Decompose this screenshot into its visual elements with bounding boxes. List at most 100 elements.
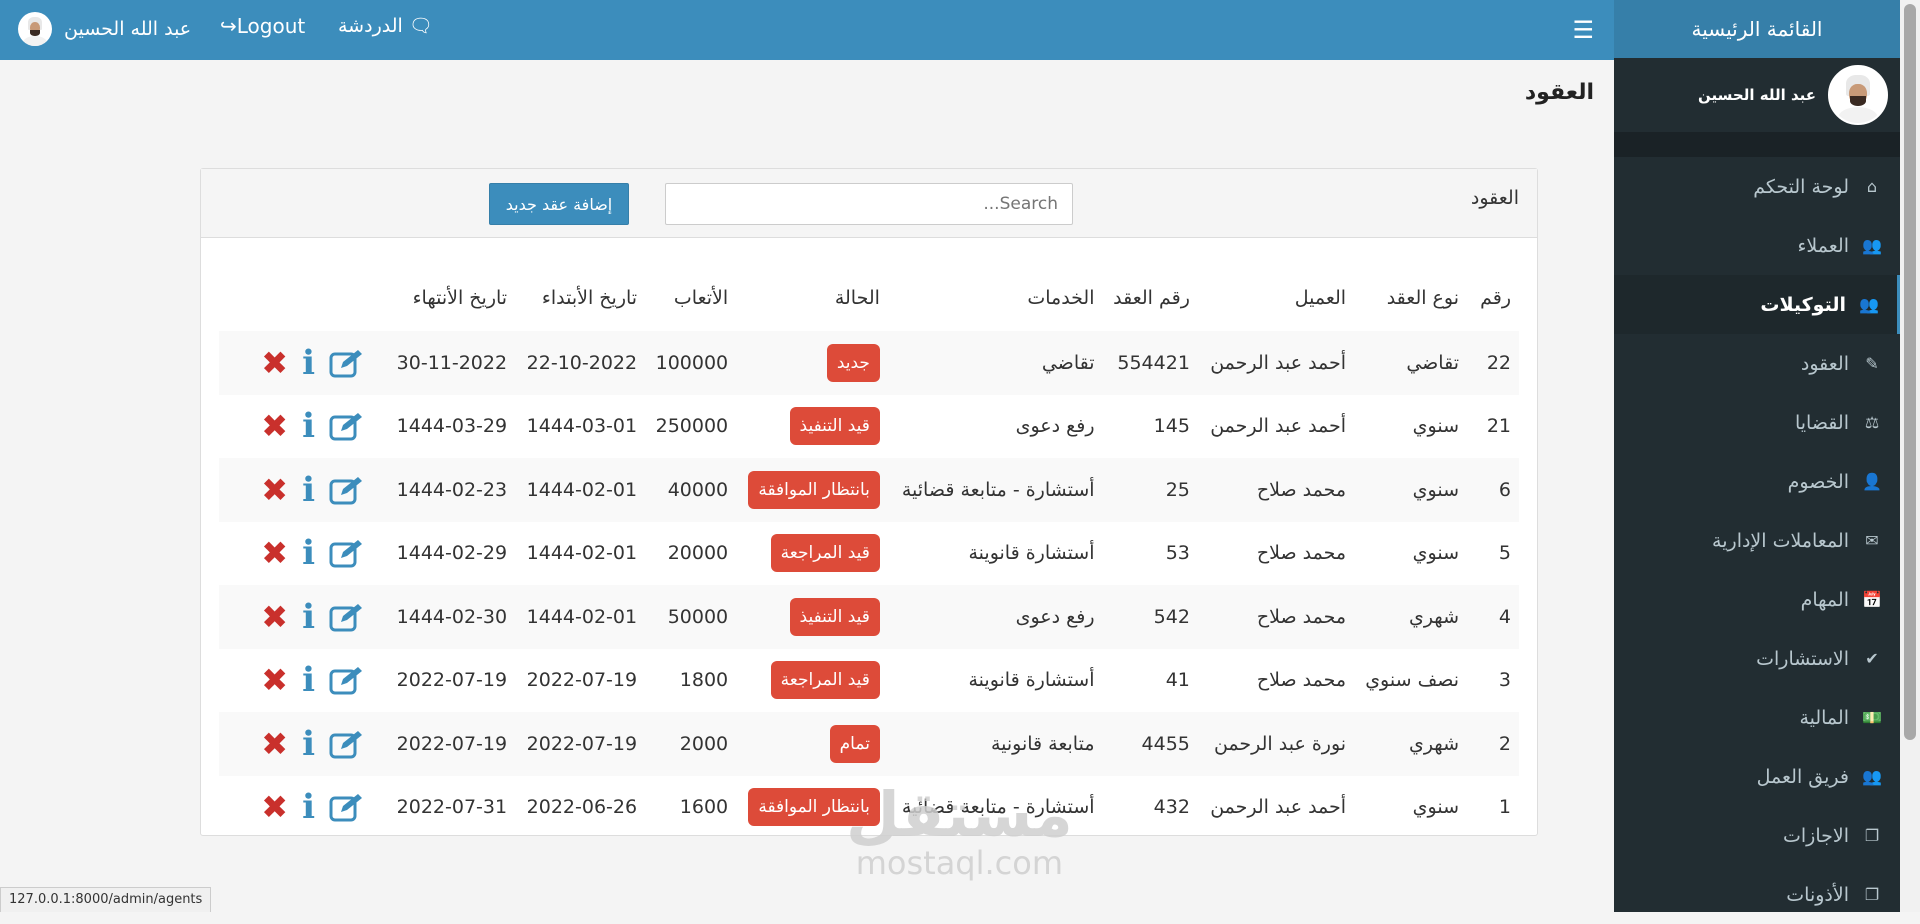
cell-services: تقاضي	[1041, 351, 1095, 374]
sidebar-item-6[interactable]: ✉ المعاملات الإدارية	[1614, 511, 1900, 570]
sidebar-item-11[interactable]: ❐ الاجازات	[1614, 806, 1900, 865]
delete-icon[interactable]: ✖	[261, 728, 288, 760]
users-icon: 👥	[1862, 767, 1882, 786]
sidebar-item-10[interactable]: 👥 فريق العمل	[1614, 747, 1900, 806]
navbar-avatar	[18, 12, 52, 46]
cell-status: قيد المراجعة	[736, 649, 888, 713]
delete-icon[interactable]: ✖	[261, 664, 288, 696]
comments-icon: 🗨	[408, 15, 433, 37]
search-input[interactable]	[665, 183, 1073, 225]
page-scrollbar[interactable]	[1900, 0, 1920, 912]
sidebar-item-label: الخصوم	[1787, 470, 1849, 493]
delete-icon[interactable]: ✖	[261, 601, 288, 633]
cell-contract-type[interactable]: سنوي	[1354, 776, 1467, 840]
sidebar-item-label: الأذونات	[1786, 883, 1849, 906]
cell-id: 6	[1498, 478, 1511, 501]
delete-icon[interactable]: ✖	[261, 410, 288, 442]
cell-actions: ✖ i	[219, 585, 385, 649]
column-header: العميل	[1294, 287, 1347, 309]
sign-out-icon: ↪	[220, 14, 237, 38]
cell-contract-type[interactable]: نصف سنوي	[1354, 649, 1467, 713]
sidebar-item-12[interactable]: ❐ الأذونات	[1614, 865, 1900, 924]
status-badge: جديد	[826, 343, 880, 382]
delete-icon[interactable]: ✖	[261, 347, 288, 379]
info-icon[interactable]: i	[302, 536, 315, 570]
edit-icon[interactable]	[329, 538, 363, 568]
contracts-table: رقم نوع العقد العميل رقم العقد الخدمات الحالة…	[219, 265, 1519, 839]
copy-icon: ❐	[1864, 885, 1880, 904]
info-icon[interactable]: i	[302, 409, 315, 443]
sidebar-item-7[interactable]: 📅 المهام	[1614, 570, 1900, 629]
sidebar-item-0[interactable]: ⌂ لوحة التحكم	[1614, 157, 1900, 216]
cell-contract-type[interactable]: شهري	[1354, 712, 1467, 776]
cell-end-date: 1444-03-29	[396, 415, 508, 438]
users-icon: 👥	[1859, 295, 1879, 314]
scrollbar-thumb[interactable]	[1904, 4, 1916, 740]
cell-contract-type[interactable]: شهري	[1354, 585, 1467, 649]
column-header: نوع العقد	[1386, 287, 1459, 309]
info-icon[interactable]: i	[302, 663, 315, 697]
cell-client: محمد صلاح	[1256, 542, 1347, 565]
column-header: تاريخ الأنتهاء	[412, 287, 508, 309]
sidebar-item-8[interactable]: ✔ الاستشارات	[1614, 629, 1900, 688]
sidebar-item-3[interactable]: ✎ العقود	[1614, 334, 1900, 393]
cell-end-date: 1444-02-23	[396, 478, 508, 501]
edit-icon[interactable]	[329, 475, 363, 505]
cell-fees: 20000	[667, 542, 729, 565]
sidebar-header: القائمة الرئيسية	[1614, 0, 1900, 58]
delete-icon[interactable]: ✖	[261, 791, 288, 823]
info-icon[interactable]: i	[302, 346, 315, 380]
cell-contract-type[interactable]: سنوي	[1354, 458, 1467, 522]
edit-icon[interactable]	[329, 411, 363, 441]
edit-icon[interactable]	[329, 348, 363, 378]
cell-client: محمد صلاح	[1256, 605, 1347, 628]
cell-client: محمد صلاح	[1256, 669, 1347, 692]
cell-contract-type[interactable]: تقاضي	[1354, 331, 1467, 395]
cell-contract-number: 432	[1153, 796, 1190, 819]
column-header: تاريخ الأبتداء	[541, 287, 638, 309]
delete-icon[interactable]: ✖	[261, 537, 288, 569]
cell-id: 5	[1498, 542, 1511, 565]
cell-id: 1	[1498, 796, 1511, 819]
info-icon[interactable]: i	[302, 790, 315, 824]
info-icon[interactable]: i	[302, 600, 315, 634]
sidebar-item-2[interactable]: 👥 التوكيلات	[1614, 275, 1900, 334]
info-icon[interactable]: i	[302, 473, 315, 507]
edit-icon[interactable]	[329, 665, 363, 695]
edit-icon[interactable]	[329, 602, 363, 632]
add-contract-button[interactable]: إضافة عقد جديد	[489, 183, 629, 225]
sidebar-item-1[interactable]: 👥 العملاء	[1614, 216, 1900, 275]
logout-label: Logout	[236, 14, 306, 38]
delete-icon[interactable]: ✖	[261, 474, 288, 506]
cell-actions: ✖ i	[219, 458, 385, 522]
status-badge: بانتظار الموافقة	[748, 470, 880, 509]
cell-fees: 40000	[667, 478, 729, 501]
navbar-user[interactable]: عبد الله الحسين	[18, 12, 191, 46]
sidebar-item-label: التوكيلات	[1760, 293, 1846, 316]
watermark-latin: mostaql.com	[855, 844, 1064, 882]
cell-contract-type[interactable]: سنوي	[1354, 522, 1467, 586]
menu-toggle-icon[interactable]: ☰	[1572, 16, 1594, 44]
envelope-icon: ✉	[1865, 531, 1879, 550]
edit-icon: ✎	[1865, 354, 1879, 373]
edit-icon[interactable]	[329, 792, 363, 822]
table-row: 2 شهري نورة عبد الرحمن 4455 متابعة قانونية تم…	[219, 712, 1519, 776]
sidebar-item-label: المالية	[1799, 706, 1849, 729]
edit-icon[interactable]	[329, 729, 363, 759]
column-header: رقم	[1480, 287, 1511, 309]
cell-start-date: 1444-03-01	[526, 415, 638, 438]
logout-link[interactable]: ↪Logout	[220, 14, 305, 38]
sidebar-menu: ⌂ لوحة التحكم 👥 العملاء 👥 التوكيلات ✎ العقود ⚖ ال…	[1614, 157, 1900, 924]
status-badge: قيد التنفيذ	[789, 407, 880, 446]
navbar-user-name: عبد الله الحسين	[64, 18, 192, 40]
cell-contract-type[interactable]: سنوي	[1354, 395, 1467, 459]
chat-link[interactable]: 🗨 الدردشة	[338, 14, 433, 37]
cell-actions: ✖ i	[219, 522, 385, 586]
sidebar-item-4[interactable]: ⚖ القضايا	[1614, 393, 1900, 452]
money-icon: 💵	[1862, 708, 1882, 727]
cell-contract-number: 25	[1165, 478, 1190, 501]
cell-start-date: 1444-02-01	[526, 605, 638, 628]
info-icon[interactable]: i	[302, 727, 315, 761]
sidebar-item-9[interactable]: 💵 المالية	[1614, 688, 1900, 747]
sidebar-item-5[interactable]: 👤 الخصوم	[1614, 452, 1900, 511]
